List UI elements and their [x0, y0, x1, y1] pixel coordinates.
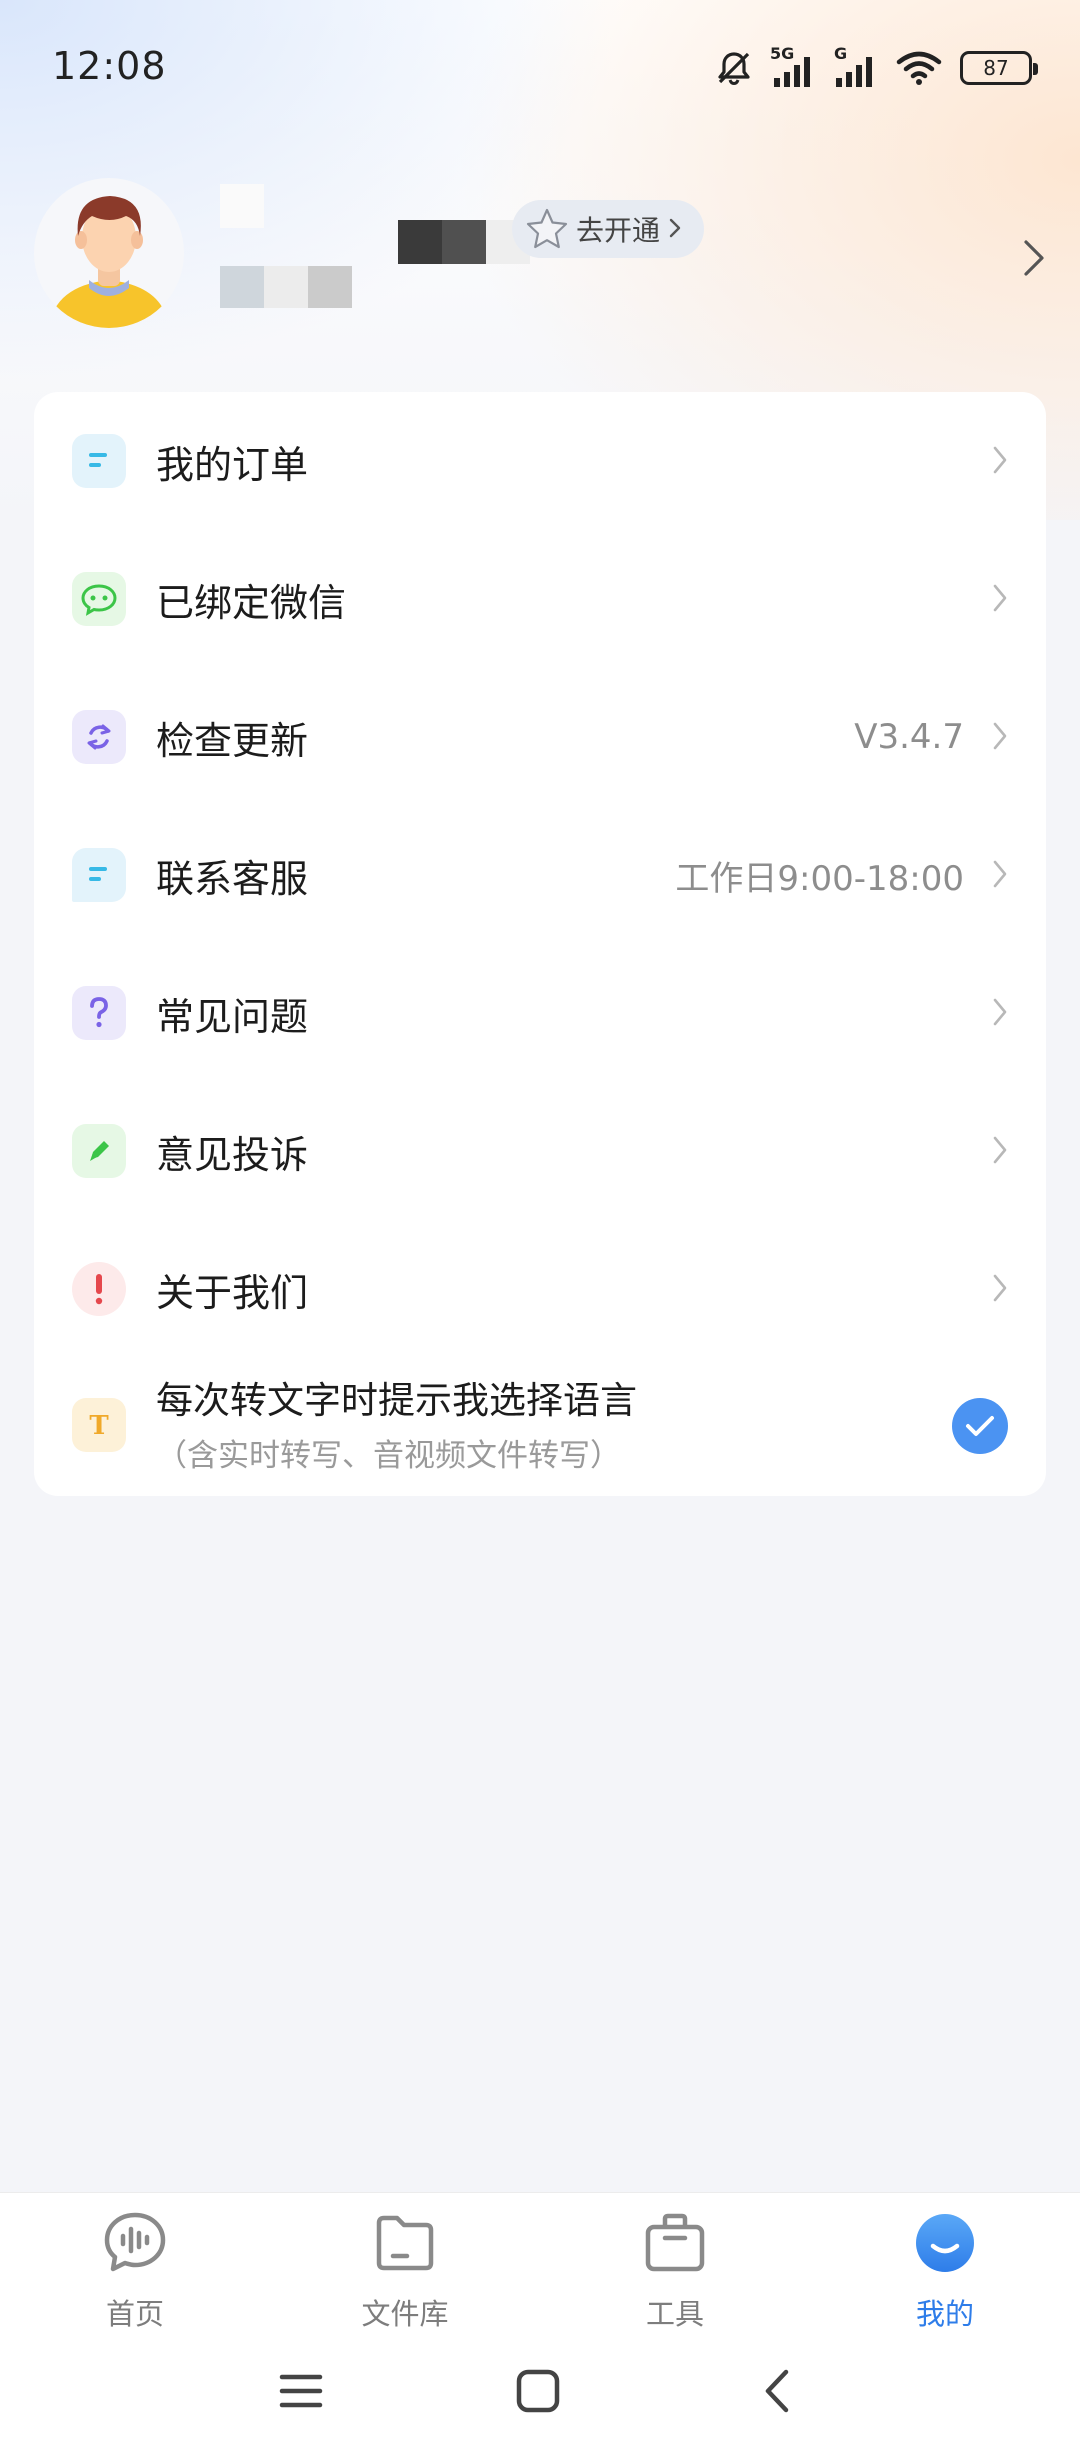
- menu-label: 我的订单: [156, 442, 309, 487]
- chevron-right-icon: [992, 859, 1008, 893]
- chevron-right-icon[interactable]: [1022, 238, 1046, 282]
- menu-item-wechat[interactable]: 已绑定微信: [34, 530, 1046, 668]
- menu-label: 检查更新: [156, 718, 309, 763]
- folder-icon: [373, 2211, 437, 2279]
- home-square-icon[interactable]: [515, 2368, 561, 2418]
- service-chat-icon: [72, 848, 126, 902]
- nav-label: 工具: [645, 2297, 704, 2331]
- svg-text:T: T: [89, 1411, 109, 1440]
- chevron-right-icon: [992, 721, 1008, 755]
- chevron-right-icon: [992, 1135, 1008, 1169]
- status-icons: 5G G 87: [714, 44, 1038, 90]
- chevron-right-icon: [992, 1273, 1008, 1307]
- pencil-icon: [72, 1124, 126, 1178]
- voice-chat-icon: [103, 2211, 167, 2279]
- vip-activate-button[interactable]: 去开通: [512, 200, 705, 261]
- back-chevron-icon[interactable]: [760, 2368, 794, 2418]
- checkbox-checked-icon[interactable]: [952, 1398, 1008, 1454]
- refresh-icon: [72, 710, 126, 764]
- menu-label: 常见问题: [156, 994, 309, 1039]
- chevron-right-icon: [992, 997, 1008, 1031]
- bottom-nav: 首页 文件库 工具 我的: [0, 2192, 1080, 2332]
- menu-item-feedback[interactable]: 意见投诉: [34, 1082, 1046, 1220]
- status-bar: 12:08 5G G 87: [0, 0, 1080, 135]
- nav-label: 文件库: [361, 2297, 449, 2331]
- menu-item-orders[interactable]: 我的订单: [34, 392, 1046, 530]
- menu-label: 关于我们: [156, 1270, 309, 1315]
- signal-icon: G: [834, 44, 878, 88]
- star-icon: [522, 204, 572, 261]
- smile-profile-icon: [913, 2211, 977, 2279]
- question-icon: [72, 986, 126, 1040]
- battery-icon: 87: [960, 51, 1038, 85]
- wifi-icon: [896, 50, 942, 86]
- language-prompt-title: 每次转文字时提示我选择语言: [156, 1379, 637, 1422]
- nav-item-tools[interactable]: 工具: [575, 2211, 775, 2331]
- nav-item-home[interactable]: 首页: [35, 2211, 235, 2331]
- menu-label: 已绑定微信: [156, 580, 347, 625]
- menu-label: 联系客服: [156, 856, 309, 901]
- chevron-right-icon: [992, 583, 1008, 617]
- toolbox-icon: [643, 2211, 707, 2279]
- nav-label: 首页: [105, 2297, 164, 2331]
- service-hours: 工作日9:00-18:00: [675, 858, 964, 899]
- wechat-icon: [72, 572, 126, 626]
- menu-item-faq[interactable]: 常见问题: [34, 944, 1046, 1082]
- chevron-right-icon: [668, 213, 682, 246]
- menu-lines-icon[interactable]: [278, 2368, 324, 2418]
- order-icon: [72, 434, 126, 488]
- signal-5g-icon: 5G: [770, 44, 816, 88]
- menu-label: 意见投诉: [156, 1132, 309, 1177]
- nav-item-mine[interactable]: 我的: [845, 2211, 1045, 2331]
- mute-bell-icon: [714, 48, 754, 88]
- username-redacted: [220, 170, 560, 310]
- status-time: 12:08: [52, 44, 167, 88]
- menu-item-language-prompt[interactable]: T 每次转文字时提示我选择语言 （含实时转写、音视频文件转写）: [34, 1358, 1046, 1496]
- menu-item-customer-service[interactable]: 联系客服 工作日9:00-18:00: [34, 806, 1046, 944]
- menu-card: 我的订单 已绑定微信 检查更新 V3.4.7 联系客服 工作日9:00-18:0…: [34, 392, 1046, 1496]
- app-version: V3.4.7: [854, 717, 964, 757]
- chevron-right-icon: [992, 445, 1008, 479]
- system-nav-bar: [0, 2332, 1080, 2460]
- avatar[interactable]: [34, 178, 184, 328]
- nav-item-file-library[interactable]: 文件库: [305, 2211, 505, 2331]
- text-t-icon: T: [72, 1398, 126, 1452]
- network-type-5g: 5G: [770, 44, 795, 63]
- network-type-g: G: [834, 44, 848, 63]
- menu-item-check-update[interactable]: 检查更新 V3.4.7: [34, 668, 1046, 806]
- profile-header[interactable]: 去开通: [0, 170, 1080, 350]
- exclamation-icon: [72, 1262, 126, 1316]
- nav-label: 我的: [915, 2297, 974, 2331]
- battery-level: 87: [983, 56, 1009, 80]
- language-prompt-subtitle: （含实时转写、音视频文件转写）: [156, 1438, 621, 1474]
- menu-item-about-us[interactable]: 关于我们: [34, 1220, 1046, 1358]
- vip-activate-label: 去开通: [576, 214, 661, 247]
